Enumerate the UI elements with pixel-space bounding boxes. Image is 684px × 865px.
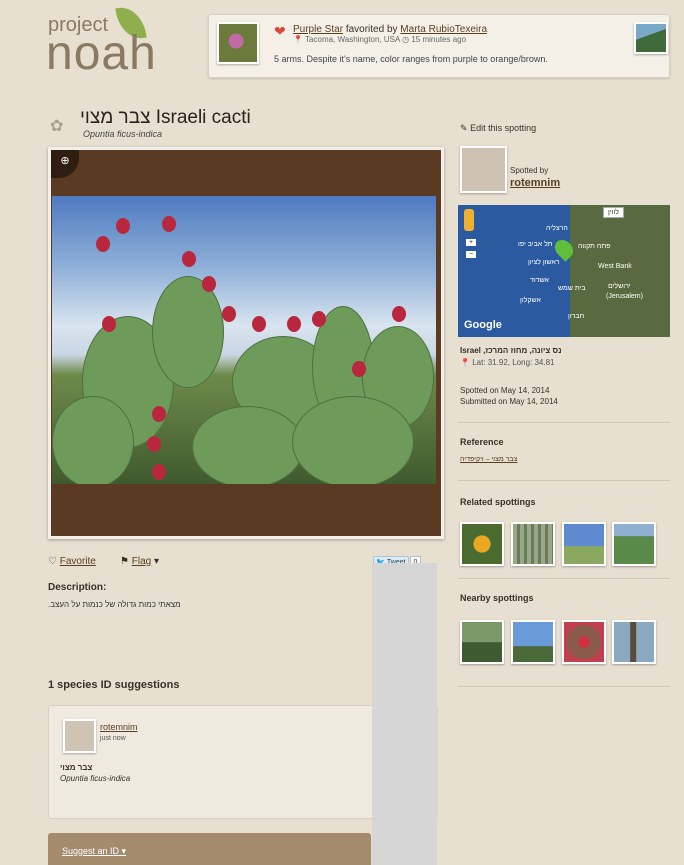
related-spotting-thumbnail[interactable] [511,522,555,566]
clock-icon: ◷ [402,35,410,44]
scientific-name: Opuntia ficus-indica [83,129,163,139]
related-spotting-thumbnail[interactable] [612,522,656,566]
pencil-icon: ✎ [460,123,468,133]
purple-star-thumbnail[interactable] [217,22,259,64]
zoom-in-button[interactable]: + [466,239,476,246]
overlay-panel [372,563,437,865]
location-pin-icon: 📍 [460,358,470,367]
map-label: אשקלון [520,297,541,304]
user-avatar-thumbnail[interactable] [634,22,668,54]
coordinates-text: Lat: 31.92, Long: 34.81 [472,358,555,367]
heart-outline-icon: ♡ [48,556,57,567]
notification-headline: Purple Star favorited by Marta RubioTexe… [293,24,487,35]
map-label: הרצליה [546,225,568,232]
map-label: תל אביב יפו [518,241,553,248]
heart-icon: ❤ [274,23,286,39]
map-label: West Bank [598,263,632,270]
notification-action: favorited by [345,24,398,35]
map-label: חברון [568,313,585,320]
species-id-time: just now [100,735,126,742]
edit-spotting-link[interactable]: ✎ Edit this spotting [460,123,536,134]
map-type-dropdown[interactable]: לווין [603,207,624,218]
zoom-out-button[interactable]: − [466,251,476,258]
notification-species-link[interactable]: Purple Star [293,24,343,35]
notification-location: Tacoma, Washington, USA [305,35,400,44]
chevron-down-icon: ▾ [153,556,160,567]
spotter-link[interactable]: rotemnim [510,177,560,189]
nearby-spotting-thumbnail[interactable] [460,620,504,664]
map-label: פתח תקווה [578,243,611,250]
species-id-heading: 1 species ID suggestions [48,679,180,691]
location-pin-icon: 📍 [293,35,303,44]
map-label: ירושלים [608,283,631,290]
description-heading: Description: [48,582,107,593]
reference-heading: Reference [460,437,504,447]
description-text: .מצאתי כמות גדולה של כנמות על העצב [48,600,181,609]
related-spotting-thumbnail[interactable] [562,522,606,566]
nearby-spotting-thumbnail[interactable] [511,620,555,664]
favorite-label: Favorite [59,556,96,567]
map-label: אשדוד [530,277,549,284]
plant-category-icon: ✿ [50,118,64,135]
nearby-spotting-thumbnail[interactable] [612,620,656,664]
flag-label: Flag [131,556,152,567]
reference-link[interactable]: צבר מצוי – ויקיפדיה [460,456,517,463]
google-logo[interactable]: Google [464,319,502,331]
streetview-pegman-icon[interactable] [464,209,474,231]
divider [458,578,670,579]
related-spottings-heading: Related spottings [460,497,536,507]
notification-meta: 📍 Tacoma, Washington, USA ◷ 15 minutes a… [293,35,466,44]
spotter-avatar[interactable] [460,146,507,193]
spotted-on-date: Spotted on May 14, 2014 [460,386,550,395]
species-id-name: צבר מצוי [60,763,93,772]
nearby-spotting-thumbnail[interactable] [562,620,606,664]
spotting-title: צבר מצוי Israeli cacti [80,107,251,128]
notification-time: 15 minutes ago [411,35,467,44]
map-label: בית שמש [558,285,586,292]
map-label: ראשון לציון [528,259,560,266]
spotting-photo[interactable] [52,196,436,484]
nearby-spottings-heading: Nearby spottings [460,593,534,603]
suggest-id-button[interactable]: Suggest an ID ▾ [62,846,126,857]
flag-icon: ⚑ [120,556,129,567]
divider [458,422,670,423]
favorite-button[interactable]: ♡ Favorite [48,556,96,567]
flag-button[interactable]: ⚑ Flag ▾ [120,556,159,567]
notification-user-link[interactable]: Marta RubioTexeira [400,24,487,35]
species-id-scientific-name: Opuntia ficus-indica [60,774,131,783]
species-id-user-link[interactable]: rotemnim [100,722,138,732]
logo-noah-text[interactable]: noah [46,26,157,81]
map-label: (Jerusalem) [606,293,643,300]
edit-spotting-label: Edit this spotting [470,123,537,133]
spotted-by-label: Spotted by [510,166,549,175]
related-spotting-thumbnail[interactable] [460,522,504,566]
submitted-on-date: Submitted on May 14, 2014 [460,397,558,406]
divider [458,686,670,687]
avatar[interactable] [63,719,96,753]
coordinates: 📍 Lat: 31.92, Long: 34.81 [460,358,555,367]
notification-description: 5 arms. Despite it's name, color ranges … [274,54,548,64]
location-map[interactable]: לווין + − הרצליה תל אביב יפו פתח תקווה ר… [458,205,670,337]
divider [458,480,670,481]
location-name: Israel ,נס ציונה, מחוז המרכז [460,346,562,355]
